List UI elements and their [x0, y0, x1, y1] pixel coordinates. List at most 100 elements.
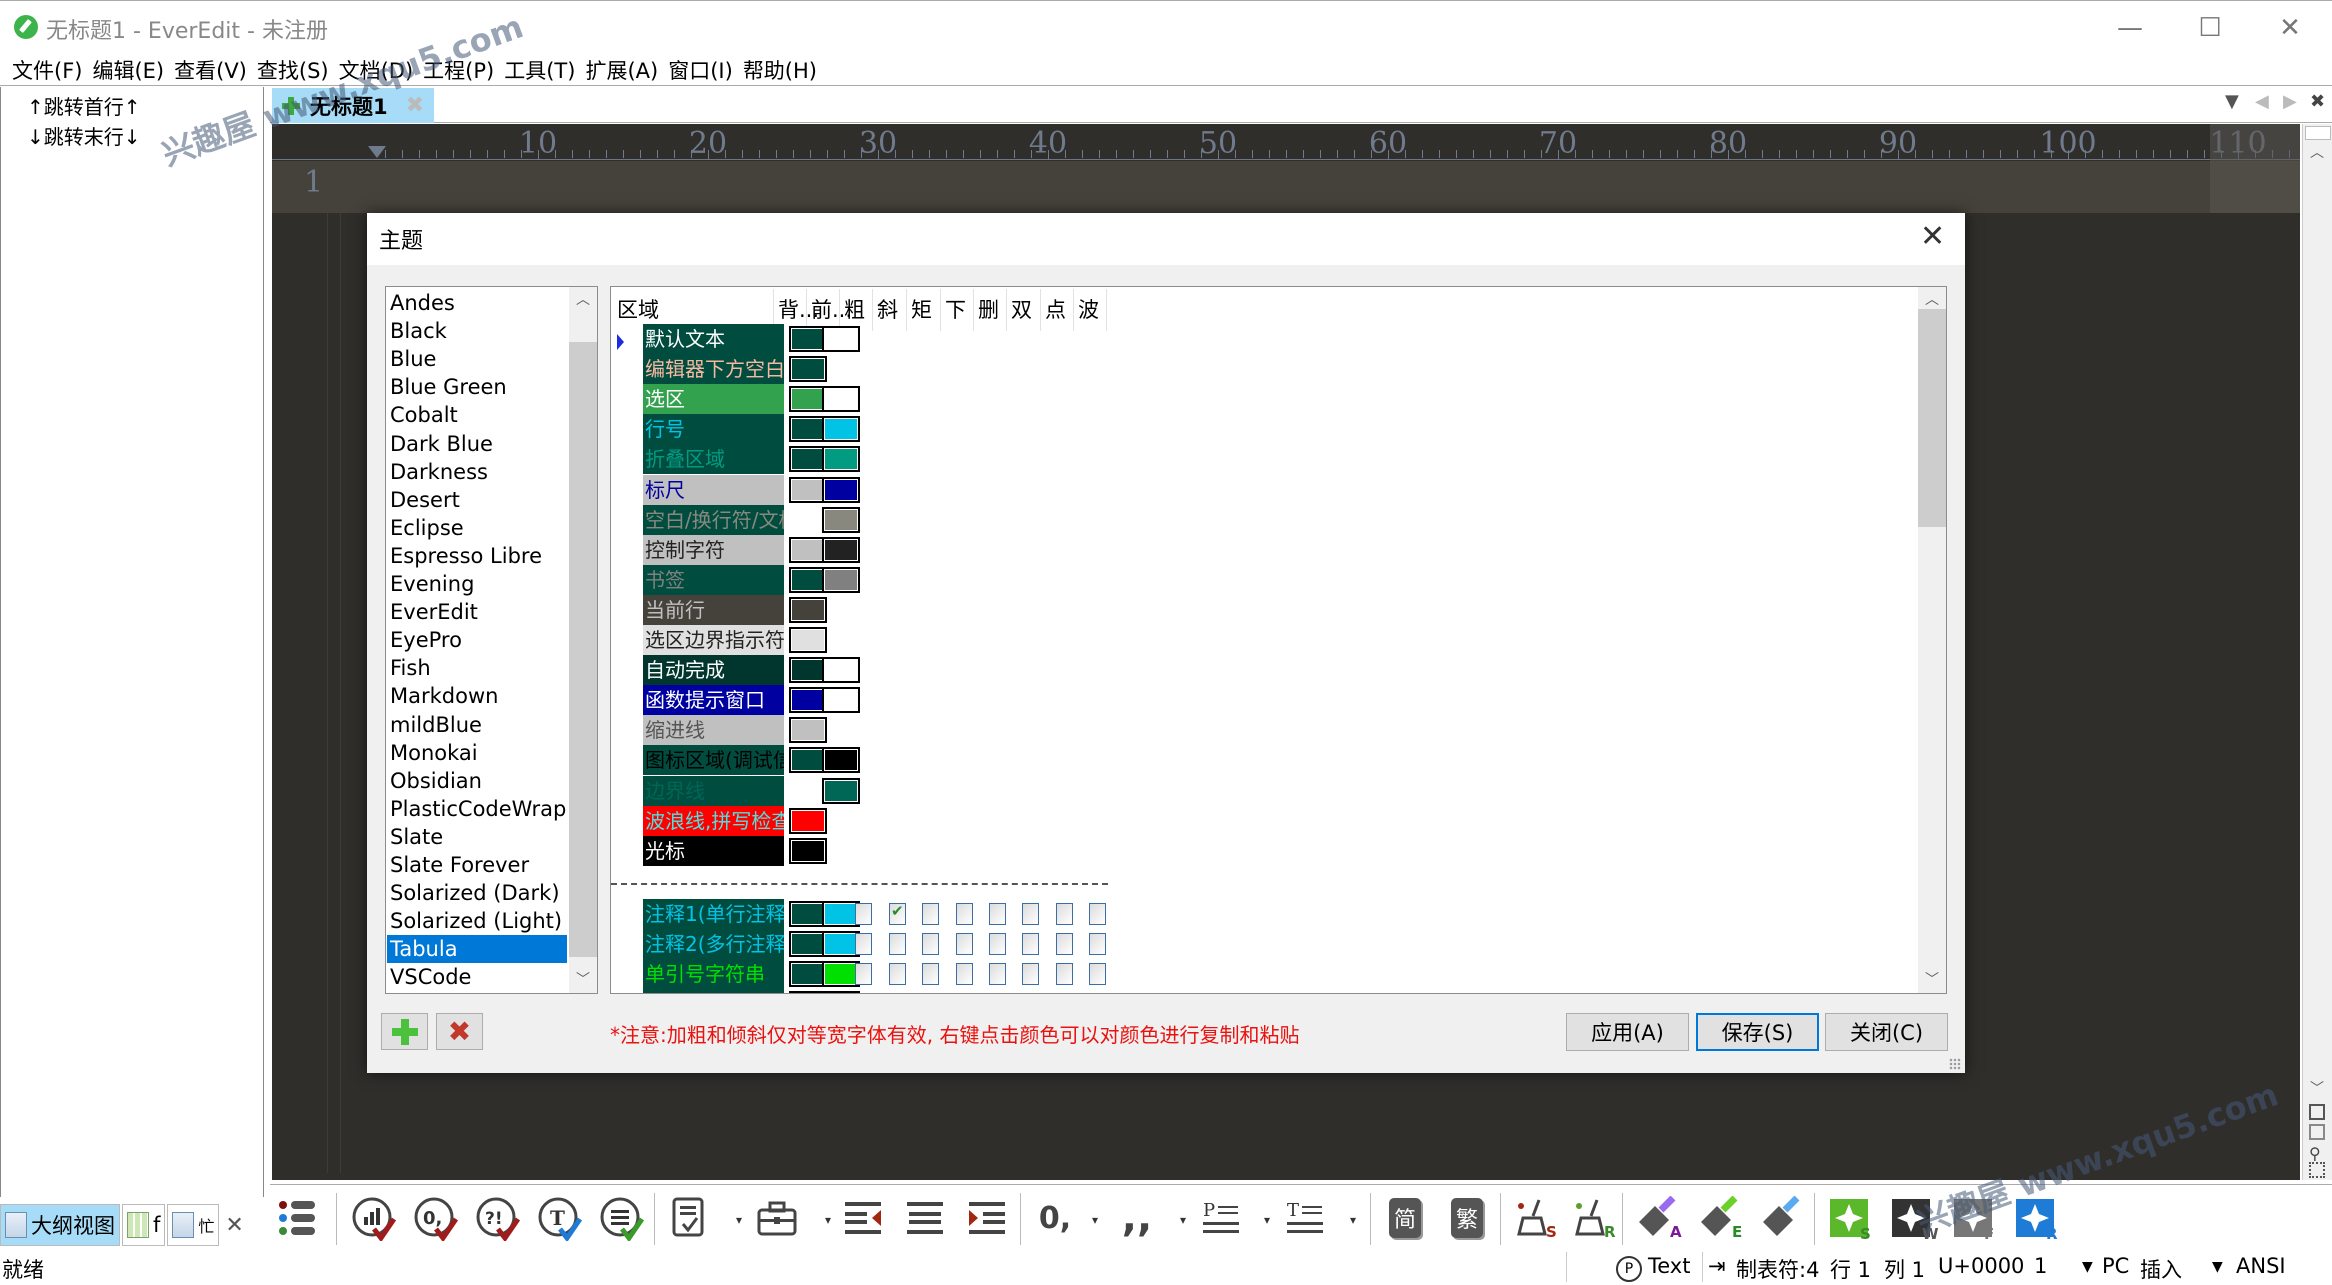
- style-flag-checkbox[interactable]: [956, 963, 973, 986]
- theme-item[interactable]: Cobalt: [387, 401, 567, 429]
- style-flag-checkbox[interactable]: [1022, 903, 1039, 925]
- encoding[interactable]: ANSI: [2236, 1254, 2286, 1278]
- half-width-punct-icon[interactable]: 0,: [1030, 1193, 1080, 1243]
- style-flag-checkbox[interactable]: [1056, 903, 1073, 925]
- jump-first-line-link[interactable]: ↑跳转首行↑: [27, 91, 141, 120]
- theme-item[interactable]: Tabula: [387, 935, 567, 964]
- menu-view[interactable]: 查看(V): [172, 55, 255, 85]
- theme-item[interactable]: Slate Forever: [387, 851, 567, 879]
- style-flag-checkbox[interactable]: [855, 903, 872, 925]
- style-flag-checkbox[interactable]: [956, 903, 973, 925]
- line-ending[interactable]: PC: [2102, 1254, 2129, 1278]
- toolbox-icon[interactable]: [752, 1193, 802, 1243]
- foreground-color-swatch[interactable]: [822, 386, 860, 413]
- area-row-label[interactable]: 标尺: [643, 474, 784, 505]
- area-row-label[interactable]: 边界线: [643, 775, 784, 806]
- foreground-color-swatch[interactable]: [822, 687, 860, 714]
- style-flag-checkbox[interactable]: [989, 993, 1006, 994]
- area-row-label[interactable]: 双引号字符串: [643, 989, 784, 993]
- style-flag-checkbox[interactable]: [1022, 933, 1039, 956]
- column-header[interactable]: 矩: [907, 289, 941, 331]
- delete-theme-button[interactable]: ✖: [436, 1013, 483, 1050]
- theme-item[interactable]: Eclipse: [387, 514, 567, 542]
- foreground-color-swatch[interactable]: [822, 747, 860, 774]
- theme-list-scroll-thumb[interactable]: [569, 342, 597, 957]
- foreground-color-swatch[interactable]: [822, 657, 860, 684]
- tab-outline-view[interactable]: 大纲视图: [0, 1204, 120, 1246]
- traditional-chinese-button[interactable]: 繁: [1442, 1193, 1492, 1243]
- dropdown-arrow-icon[interactable]: ▾: [825, 1213, 831, 1227]
- column-header[interactable]: 前...: [807, 289, 852, 331]
- theme-item[interactable]: Slate: [387, 823, 567, 851]
- close-panel-button[interactable]: ✕: [225, 1213, 243, 1238]
- area-row-label[interactable]: 编辑器下方空白区域: [643, 354, 784, 385]
- style-flag-checkbox[interactable]: [1022, 993, 1039, 994]
- check-text-icon[interactable]: T: [534, 1193, 584, 1243]
- style-flag-checkbox[interactable]: [989, 963, 1006, 986]
- paragraph-format-icon[interactable]: P: [1198, 1193, 1248, 1243]
- column-header[interactable]: 双: [1007, 289, 1041, 331]
- theme-item[interactable]: Monokai: [387, 739, 567, 767]
- area-row-label[interactable]: 空白/换行符/文档结...: [643, 504, 784, 535]
- area-row-label[interactable]: 光标: [643, 835, 784, 866]
- style-flag-checkbox[interactable]: [989, 933, 1006, 956]
- tab-size[interactable]: 制表符:4: [1736, 1254, 1819, 1284]
- document-check-icon[interactable]: [664, 1193, 714, 1243]
- column-header[interactable]: 删: [974, 289, 1007, 331]
- close-all-tabs-icon[interactable]: ✖: [2310, 91, 2325, 112]
- background-color-swatch[interactable]: [789, 807, 827, 834]
- style-flag-checkbox[interactable]: [1022, 963, 1039, 986]
- area-row-label[interactable]: 选区边界指示符: [643, 625, 784, 655]
- close-window-button[interactable]: ✕: [2260, 9, 2320, 47]
- style-flag-checkbox[interactable]: [1056, 963, 1073, 986]
- scroll-down-arrow-icon[interactable]: ﹀: [569, 967, 597, 991]
- style-flag-checkbox[interactable]: [1089, 993, 1106, 994]
- editor-vertical-scrollbar[interactable]: ︿ ﹀ ⚲: [2302, 124, 2332, 1180]
- theme-item[interactable]: Blue Green: [387, 373, 567, 401]
- area-row-label[interactable]: 默认文本: [643, 324, 784, 354]
- grid-icon[interactable]: [2309, 1162, 2325, 1178]
- check-numbers-icon[interactable]: [348, 1193, 398, 1243]
- style-flag-checkbox[interactable]: [855, 993, 872, 994]
- area-row-label[interactable]: 注释1(单行注释): [643, 899, 784, 929]
- scroll-up-arrow-icon[interactable]: ︿: [569, 287, 597, 311]
- theme-item[interactable]: Obsidian: [387, 767, 567, 795]
- theme-item[interactable]: Evening: [387, 570, 567, 598]
- jump-last-line-link[interactable]: ↓跳转末行↓: [27, 121, 141, 150]
- background-color-swatch[interactable]: [789, 627, 827, 653]
- foreground-color-swatch[interactable]: [822, 476, 860, 503]
- style-flag-checkbox[interactable]: [889, 963, 906, 986]
- scroll-up-arrow-icon[interactable]: ︿: [2303, 140, 2331, 164]
- scroll-down-arrow-icon[interactable]: ﹀: [1918, 967, 1946, 991]
- area-row-label[interactable]: 缩进线: [643, 715, 784, 746]
- scroll-up-arrow-icon[interactable]: ︿: [1918, 287, 1946, 311]
- clean-r-icon[interactable]: R: [1568, 1193, 1618, 1243]
- indent-icon[interactable]: [962, 1193, 1012, 1243]
- tab-list-dropdown-icon[interactable]: ▼: [2225, 91, 2239, 112]
- style-flag-checkbox[interactable]: [1056, 933, 1073, 956]
- insert-mode[interactable]: 插入: [2140, 1254, 2182, 1284]
- style-flag-checkbox[interactable]: [889, 933, 906, 956]
- style-flag-checkbox[interactable]: [889, 993, 906, 994]
- style-flag-checkbox[interactable]: [855, 933, 872, 956]
- menu-window[interactable]: 窗口(I): [666, 55, 741, 85]
- split-handle[interactable]: [2305, 126, 2331, 140]
- text-format-icon[interactable]: T: [1282, 1193, 1332, 1243]
- style-flag-checkbox[interactable]: [855, 963, 872, 986]
- dropdown-arrow-icon[interactable]: ▾: [1180, 1213, 1186, 1227]
- theme-item[interactable]: Markdown: [387, 682, 567, 710]
- style-flag-checkbox[interactable]: [956, 993, 973, 994]
- full-width-quote-icon[interactable]: ,,: [1112, 1193, 1162, 1243]
- eol-dropdown-icon[interactable]: ▼: [2082, 1259, 2093, 1275]
- theme-list[interactable]: Andes Black Blue Blue Green Cobalt Dark Blue D…: [385, 286, 598, 994]
- close-dialog-button[interactable]: 关闭(C): [1825, 1013, 1948, 1051]
- outdent-icon[interactable]: [838, 1193, 888, 1243]
- style-flag-checkbox[interactable]: [922, 993, 939, 994]
- background-color-swatch[interactable]: [789, 596, 827, 623]
- style-flag-checkbox[interactable]: [1089, 963, 1106, 986]
- theme-item[interactable]: Desert: [387, 486, 567, 514]
- save-button[interactable]: 保存(S): [1696, 1013, 1819, 1051]
- theme-item[interactable]: Dark Blue: [387, 430, 567, 458]
- area-row-label[interactable]: 行号: [643, 414, 784, 445]
- theme-item[interactable]: Solarized (Dark): [387, 879, 567, 907]
